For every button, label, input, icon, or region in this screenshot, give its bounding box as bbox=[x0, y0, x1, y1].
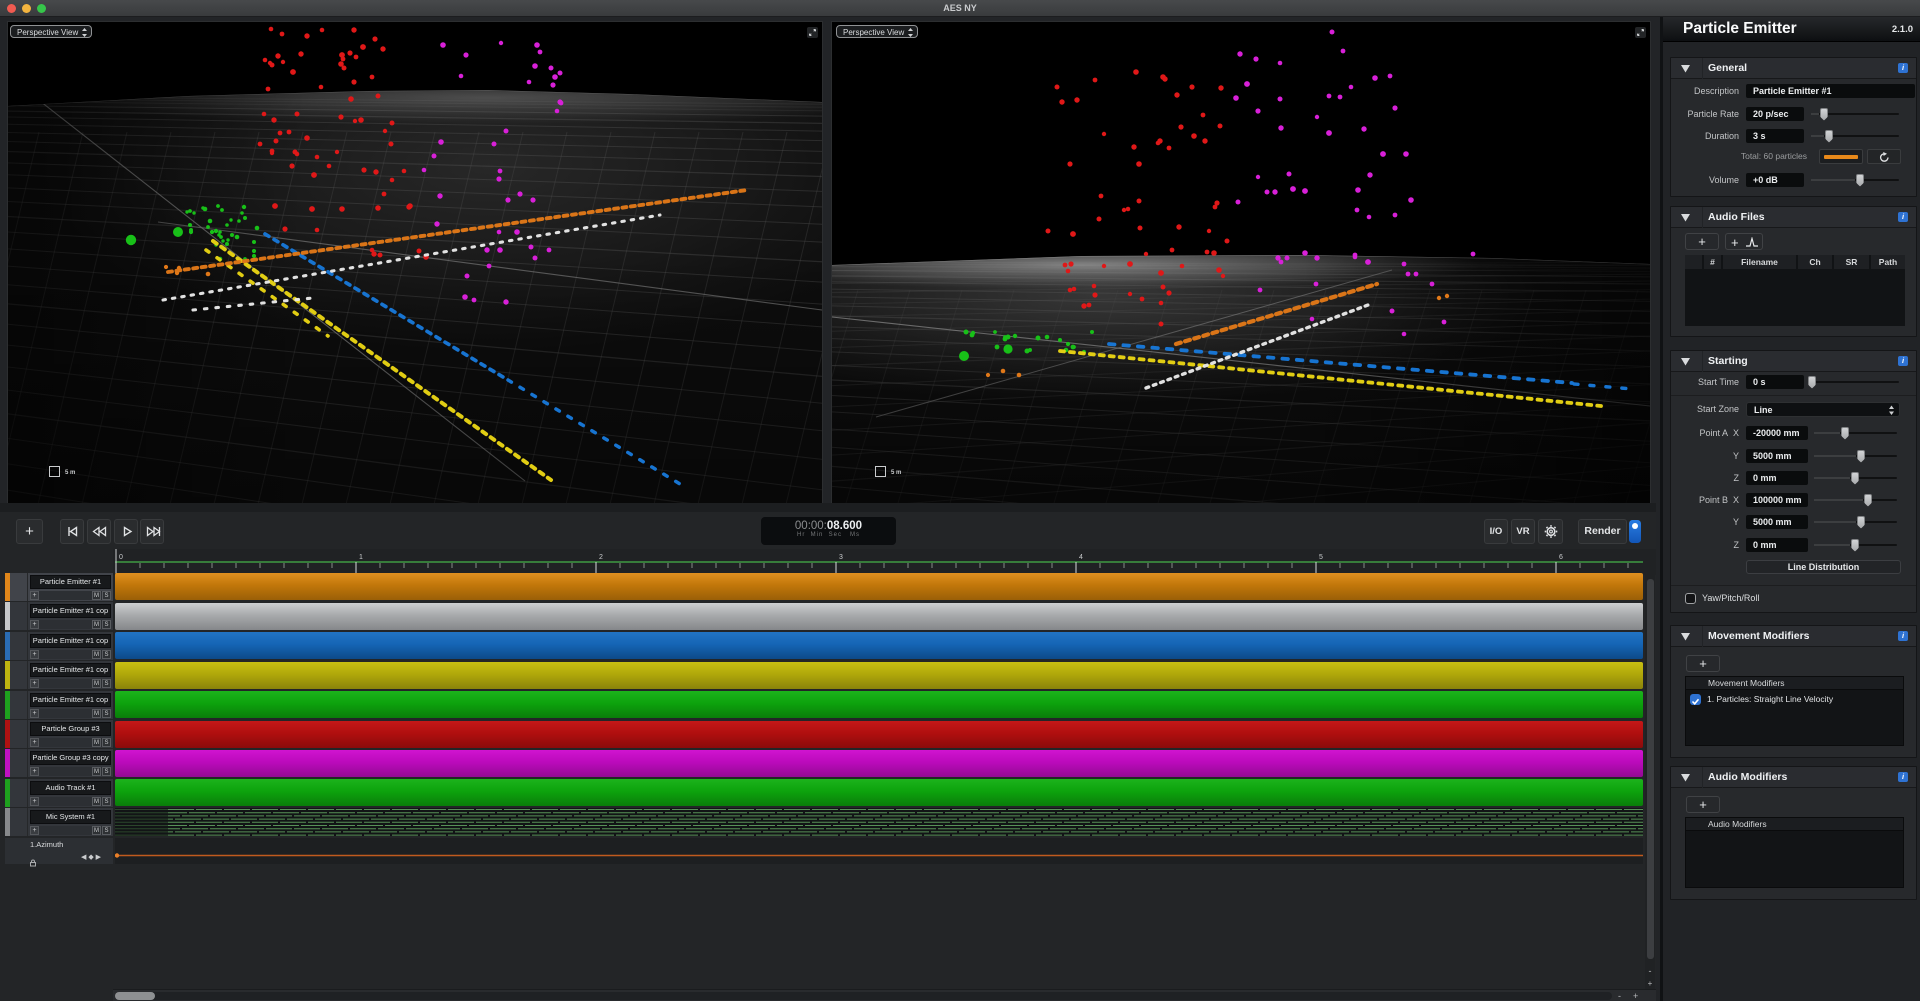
svg-text:5: 5 bbox=[1319, 554, 1323, 561]
svg-text:3: 3 bbox=[839, 554, 843, 561]
svg-text:0: 0 bbox=[119, 554, 123, 561]
svg-text:4: 4 bbox=[1079, 554, 1083, 561]
svg-text:1: 1 bbox=[359, 554, 363, 561]
svg-text:2: 2 bbox=[599, 554, 603, 561]
svg-text:6: 6 bbox=[1559, 554, 1563, 561]
